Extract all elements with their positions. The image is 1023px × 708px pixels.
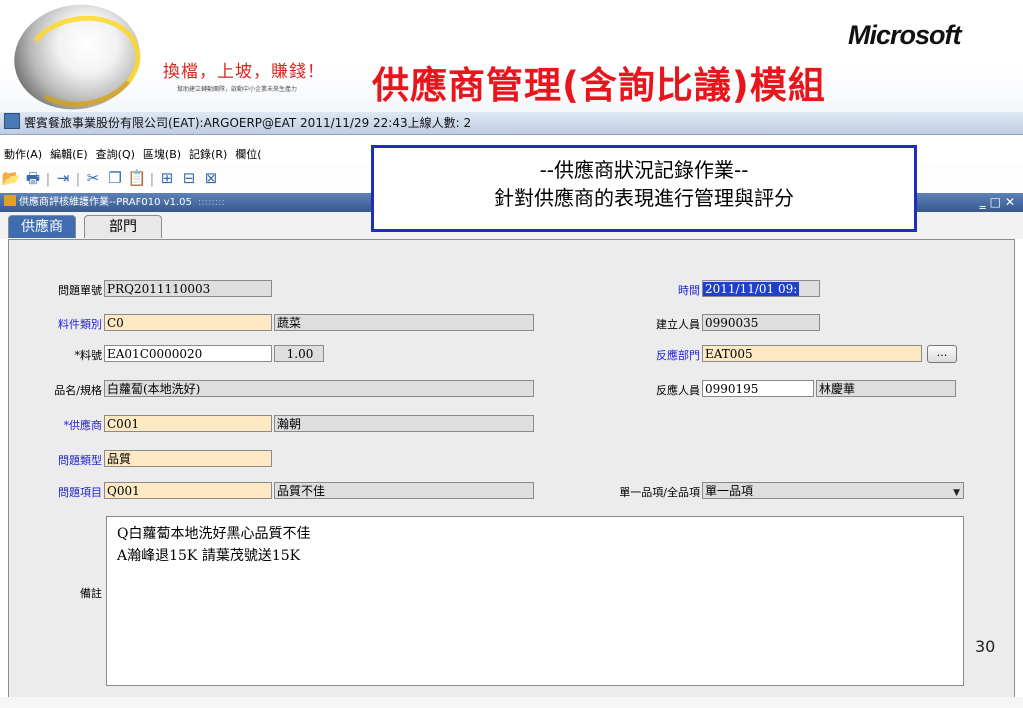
issue-item-label: 問題項目 [58,486,102,499]
menu-query[interactable]: 查詢(Q) [96,148,135,161]
supplier-label: *供應商 [63,419,103,432]
time-value: 2011/11/01 09: [703,282,800,296]
material-type-name: 蔬菜 [274,314,534,331]
slogan-subtitle: 幫助建立轉動團隊，啟動中小企業未來生產力 [177,86,298,93]
toolbar-separator: | [75,172,81,187]
supplier-field[interactable]: C001 [104,415,272,432]
reporter-name: 林慶華 [816,380,956,397]
scope-select[interactable]: 單一品項 ▼ [702,482,964,499]
dept-field[interactable]: EAT005 [702,345,922,362]
form-bottom-bar [0,697,1023,708]
item-qty-field: 1.00 [274,345,324,362]
close-icon[interactable]: ✕ [1005,195,1019,209]
chevron-down-icon[interactable]: ▼ [953,485,960,498]
memo-textarea[interactable]: Q白蘿蔔本地洗好黑心品質不佳 A瀚峰退15K 請葉茂號送15K [106,516,964,686]
window-title: 饗賓餐旅事業股份有限公司(EAT):ARGOERP@EAT 2011/11/29… [24,116,472,130]
spec-field: 白蘿蔔(本地洗好) [104,380,534,397]
issue-type-field[interactable]: 品質 [104,450,272,467]
creator-label: 建立人員 [656,318,700,331]
memo-label: 備註 [80,587,102,600]
app-icon [4,113,20,129]
menu-field[interactable]: 欄位( [235,148,261,161]
menu-block[interactable]: 區塊(B) [143,148,181,161]
copy-icon[interactable]: ❐ [104,165,126,191]
form-icon [4,195,16,206]
paste-icon[interactable]: 📋 [126,165,148,191]
dept-lookup-button[interactable]: ... [927,345,957,363]
menu-record[interactable]: 記錄(R) [189,148,227,161]
material-type-field[interactable]: C0 [104,314,272,331]
time-label: 時間 [678,284,700,297]
supplier-name: 瀚朝 [274,415,534,432]
gear-ball-logo [5,0,149,120]
toolbar-separator: | [149,172,155,187]
issue-no-field[interactable]: PRQ2011110003 [104,280,272,297]
issue-no-label: 問題單號 [58,284,102,297]
titlebar-grip: :::::::: [197,197,225,208]
reporter-label: 反應人員 [656,384,700,397]
print-icon[interactable]: 🖶 [22,165,44,191]
window-titlebar: 饗賓餐旅事業股份有限公司(EAT):ARGOERP@EAT 2011/11/29… [0,112,1023,135]
exit-icon[interactable]: ⇥ [52,165,74,191]
slide-header: 換檔，上坡，賺錢！ 幫助建立轉動團隊，啟動中小企業未來生產力 供應商管理(含詢比… [0,0,1023,120]
memo-line: Q白蘿蔔本地洗好黑心品質不佳 [117,526,311,542]
item-no-field[interactable]: EA01C0000020 [104,345,272,362]
callout-line-1: --供應商狀況記錄作業-- [539,158,749,182]
menu-action[interactable]: 動作(A) [4,148,42,161]
clear-icon[interactable]: ⊠ [200,165,222,191]
scope-value: 單一品項 [705,484,754,498]
maximize-icon[interactable]: □ [990,195,1005,209]
callout-line-2: 針對供應商的表現進行管理與評分 [494,186,794,210]
execute-query-icon[interactable]: ⊟ [178,165,200,191]
reporter-field[interactable]: 0990195 [702,380,814,397]
scope-label: 單一品項/全品項 [619,486,700,499]
item-no-label: *料號 [74,349,103,362]
slogan: 換檔，上坡，賺錢！ [163,62,325,82]
issue-type-label: 問題類型 [58,454,102,467]
microsoft-logo: Microsoft [848,20,961,50]
callout-box: --供應商狀況記錄作業-- 針對供應商的表現進行管理與評分 [371,145,917,232]
issue-item-field[interactable]: Q001 [104,482,272,499]
window-controls: ‗□✕ [980,193,1019,212]
menu-edit[interactable]: 編輯(E) [50,148,88,161]
query-icon[interactable]: ⊞ [156,165,178,191]
tab-supplier[interactable]: 供應商 [8,215,76,238]
page-number: 30 [975,637,996,656]
form-title: 供應商評核維護作業--PRAF010 v1.05 [19,197,192,208]
creator-field[interactable]: 0990035 [702,314,820,331]
material-type-label: 料件類別 [58,318,102,331]
spec-label: 品名/規格 [54,384,102,397]
slide-title: 供應商管理(含詢比議)模組 [372,64,826,107]
memo-line: A瀚峰退15K 請葉茂號送15K [117,548,301,564]
cut-icon[interactable]: ✂ [82,165,104,191]
tab-department[interactable]: 部門 [84,215,162,238]
minimize-icon[interactable]: ‗ [980,195,990,209]
issue-item-name: 品質不佳 [274,482,534,499]
time-field[interactable]: 2011/11/01 09: [702,280,820,297]
dept-label: 反應部門 [656,349,700,362]
open-folder-icon[interactable]: 📂 [0,165,22,191]
toolbar-separator: | [45,172,51,187]
